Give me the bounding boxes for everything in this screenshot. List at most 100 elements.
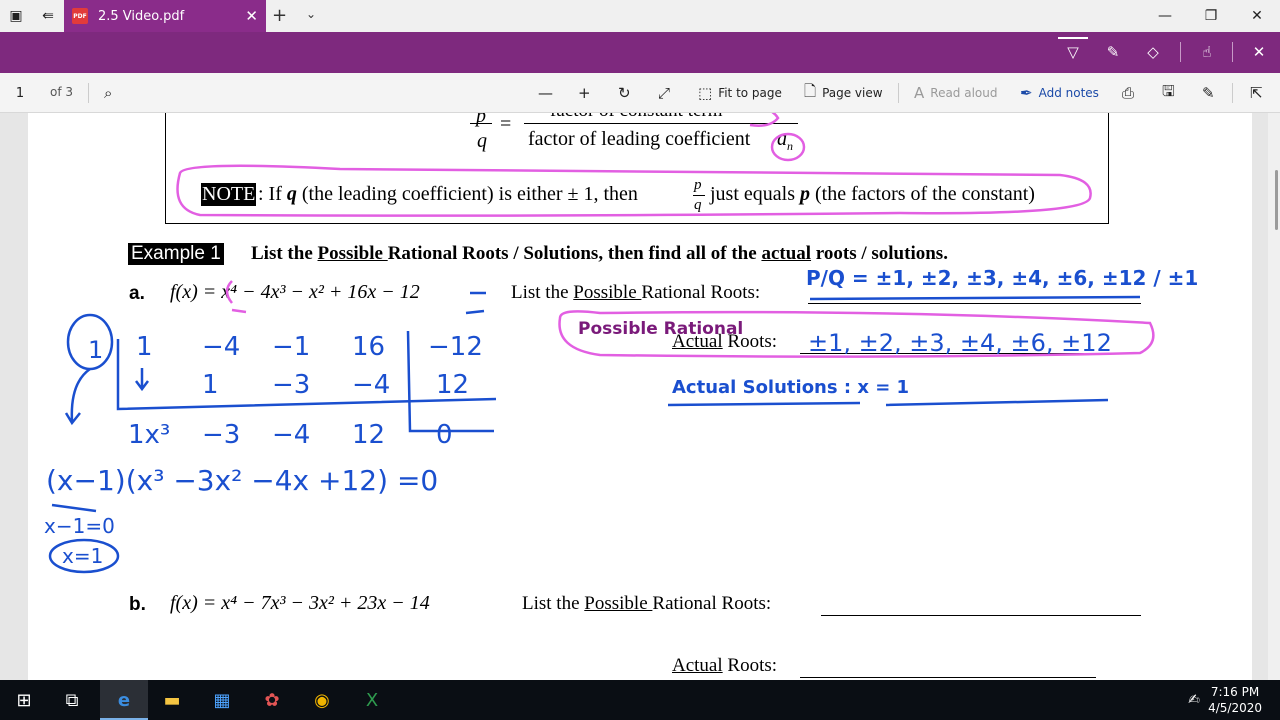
minus-icon: — [538,84,553,102]
zoom-in-button[interactable]: + [578,83,591,103]
a0-circle [749,113,780,127]
solution-text: x=1 [62,544,103,568]
ink-toolbar: ▽ ✎ ◇ ☝ ✕ [0,32,1280,73]
new-tab-icon[interactable]: + [272,5,287,26]
page-number-input[interactable]: 1 [0,73,40,113]
clock-date: 4/5/2020 [1208,701,1262,715]
fit-to-page-button[interactable]: ⬚ Fit to page [698,83,782,103]
toolbar-divider [1232,83,1233,103]
close-window-button[interactable]: ✕ [1234,0,1280,32]
pdf-file-icon: PDF [72,8,88,24]
toolbar-divider [1232,42,1233,62]
system-clock[interactable]: 7:16 PM 4/5/2020 [1208,684,1262,716]
synthetic-row2-value: 1 [202,370,219,400]
pdf-command-bar: 1 of 3 ⌕ — + ↻ ⤢ ⬚ Fit to page 🗋 Page view… [0,73,1280,113]
chevron-down-icon[interactable]: ⌄ [306,7,316,21]
expand-icon: ⤢ [658,84,671,102]
chrome-icon[interactable]: ◉ [298,680,346,720]
add-notes-label: Add notes [1038,86,1099,100]
synthetic-row2-value: −4 [352,370,390,400]
tab-title: 2.5 Video.pdf [98,8,185,24]
synthetic-result-value: −4 [272,420,310,450]
pq-divider [809,295,1141,301]
read-aloud-label: Read aloud [930,86,998,100]
actual-solutions-text: Actual Solutions : x = 1 [672,377,909,398]
task-view-icon[interactable]: ⧉ [48,680,96,720]
synthetic-result-value: −3 [202,420,240,450]
edge-browser-icon[interactable]: e [100,680,148,720]
set-tabs-aside-icon[interactable]: ⇚ [32,0,64,32]
save-icon: 🖫 [1162,81,1175,100]
rotate-icon: ↻ [618,84,631,102]
search-icon: ⌕ [104,84,113,102]
synthetic-division-values: 1 −4 −1 16 −12 1 −3 −4 12 1x³ −3 −4 12 0 [128,332,483,450]
synthetic-root: 1 [88,336,103,364]
ink-annotations: Possible Rational P/Q = ±1, ±2, ±3, ±4, … [44,113,1198,574]
restore-button[interactable]: ❐ [1188,0,1234,32]
tab-close-icon[interactable]: ✕ [245,7,258,25]
rotate-button[interactable]: ↻ [618,83,631,103]
excel-icon[interactable]: X [348,680,396,720]
leading-coefficient-underline [231,308,247,314]
synthetic-row1-value: 1 [136,332,153,362]
browser-tab[interactable]: PDF 2.5 Video.pdf ✕ [64,0,266,32]
constant-underline [465,291,486,315]
synthetic-row1-value: 16 [352,332,385,362]
page-view-button[interactable]: 🗋 Page view [804,81,883,103]
page-icon: 🗋 [804,81,817,100]
print-icon: ⎙ [1122,84,1135,102]
possible-rational-text: Possible Rational [578,319,743,339]
scrollbar-thumb[interactable] [1275,170,1278,230]
page-count: of 3 [50,85,74,99]
synthetic-row1-value: −4 [202,332,240,362]
save-as-icon: ✎ [1202,84,1215,102]
document-viewport[interactable]: p q = factor of constant term factor of … [0,113,1280,680]
possible-roots-text: ±1, ±2, ±3, ±4, ±6, ±12 [808,329,1112,357]
active-tool-indicator [1058,37,1088,39]
draw-icon[interactable]: ▽ [1060,40,1086,64]
bring-down-arrow [135,368,149,392]
leading-coefficient-mark [225,280,233,304]
synthetic-result-value: 12 [352,420,385,450]
full-screen-button[interactable]: ⤢ [658,83,670,103]
read-aloud-icon: A [914,84,925,102]
add-notes-button[interactable]: ✒ Add notes [1020,83,1099,103]
pen-icon: ✒ [1020,84,1033,102]
toolbar-divider [898,83,899,103]
pink-ink-text: Possible Rational [578,319,743,339]
minimize-button[interactable]: — [1142,0,1188,32]
zoom-out-button[interactable]: — [538,83,553,103]
store-icon[interactable]: ▦ [198,680,246,720]
toolbar-divider [88,83,89,103]
pin-button[interactable]: ⇱ [1250,83,1263,103]
save-button[interactable]: 🖫 [1162,81,1175,103]
synthetic-result-value: 0 [436,420,453,450]
toolbar-divider [1180,42,1181,62]
close-ink-icon[interactable]: ✕ [1246,40,1272,64]
save-as-button[interactable]: ✎ [1202,83,1215,103]
touch-writing-icon[interactable]: ☝ [1194,40,1220,64]
page-view-label: Page view [822,86,883,100]
solve-step: x−1=0 [44,514,115,538]
highlight-icon[interactable]: ✎ [1100,40,1126,64]
file-explorer-icon[interactable]: ▬ [148,680,196,720]
arrow-down-left [64,367,91,426]
search-button[interactable]: ⌕ [104,83,112,103]
synthetic-result-value: 1x³ [128,420,170,450]
fit-page-icon: ⬚ [698,84,713,102]
tab-actions-icon[interactable]: ▣ [0,0,32,32]
clock-time: 7:16 PM [1210,685,1260,699]
an-circle [770,132,806,162]
blue-ink-text: P/Q = ±1, ±2, ±3, ±4, ±6, ±12 / ±1 ±1, ±… [44,266,1198,568]
eraser-icon[interactable]: ◇ [1140,40,1166,64]
paint-icon[interactable]: ✿ [248,680,296,720]
factor-underline [51,503,97,513]
vertical-scrollbar[interactable] [1268,113,1280,680]
windows-taskbar: ⊞ ⧉ e ▬ ▦ ✿ ◉ X ✍ 7:16 PM 4/5/2020 [0,680,1280,720]
note-highlight-loop [176,164,1092,217]
windows-start-icon[interactable]: ⊞ [0,680,48,720]
synthetic-row1-value: −12 [428,332,483,362]
read-aloud-button[interactable]: A Read aloud [914,83,997,103]
print-button[interactable]: ⎙ [1122,83,1134,103]
actual-solutions-underline [667,398,1109,407]
